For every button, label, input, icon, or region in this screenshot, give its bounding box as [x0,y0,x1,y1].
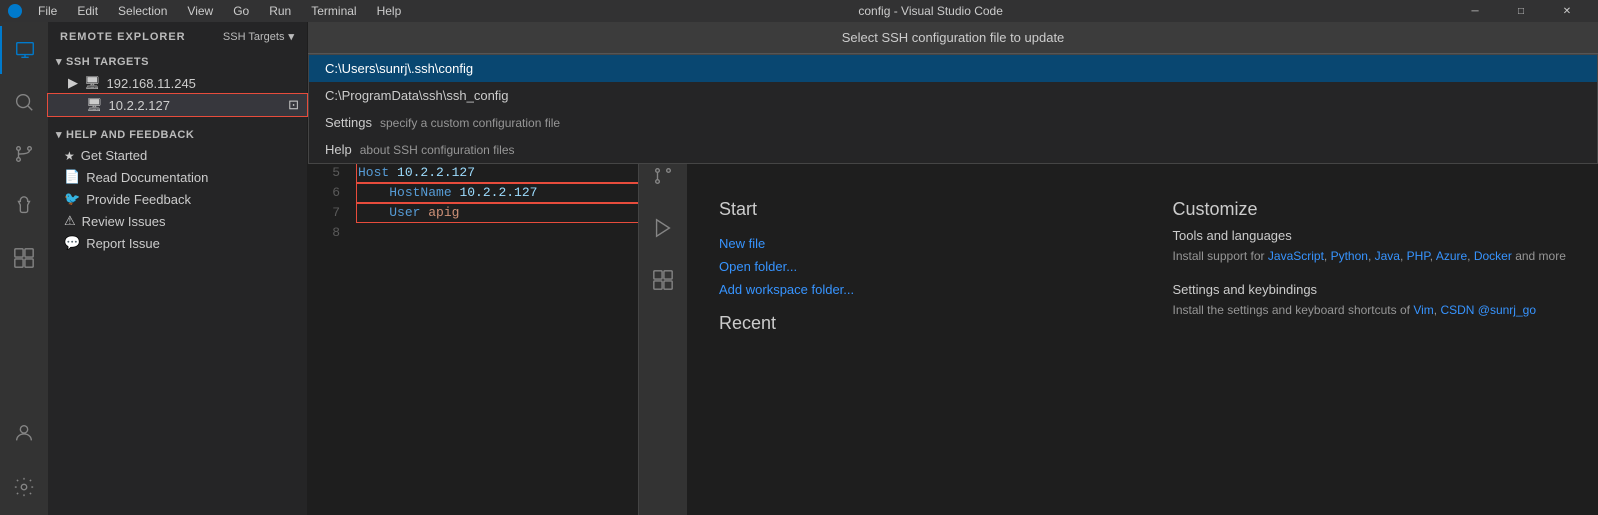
csdn-link[interactable]: CSDN @sunrj_go [1440,303,1536,317]
expand-icon: ▶ [68,75,78,91]
monitor-icon: 🖥 [84,75,101,91]
code-keyword: User [389,203,428,223]
sidebar-header: Remote Explorer SSH Targets ▾ [48,22,307,51]
settings-title: Settings and keybindings [1173,282,1567,297]
tools-title: Tools and languages [1173,228,1567,243]
js-link[interactable]: JavaScript [1268,249,1324,263]
code-keyword: HostName [389,183,459,203]
monitor-icon: 🖥 [86,97,103,113]
welcome-right: Customize Tools and languages Install su… [1173,199,1567,513]
target-name: 10.2.2.127 [109,98,170,113]
sidebar-dropdown[interactable]: SSH Targets ▾ [223,30,295,43]
window-title: config - Visual Studio Code [413,4,1448,18]
help-item-report-issue[interactable]: 💬 Report Issue [48,232,307,254]
minimize-button[interactable]: ─ [1452,0,1498,22]
connect-icon[interactable]: ⊡ [288,97,299,113]
menu-run[interactable]: Run [261,2,299,20]
dropdown-item-label: Help [325,142,352,157]
menu-view[interactable]: View [179,2,221,20]
dropdown-item-desc: about SSH configuration files [360,143,515,157]
star-icon: ★ [64,149,75,163]
dropdown-list: C:\Users\sunrj\.ssh\config C:\ProgramDat… [308,54,1598,164]
vim-link[interactable]: Vim [1413,303,1433,317]
tools-more: and more [1515,249,1566,263]
open-folder-link[interactable]: Open folder... [719,259,1113,274]
menu-help[interactable]: Help [369,2,410,20]
php-link[interactable]: PHP [1407,249,1430,263]
dropdown-item-2[interactable]: Settings specify a custom configuration … [309,109,1597,136]
code-user-value: apig [428,203,459,223]
activity-debug-icon[interactable] [0,182,48,230]
ssh-target-selected-item[interactable]: 🖥 10.2.2.127 ⊡ [48,94,307,116]
activity-search-icon[interactable] [0,78,48,126]
activity-remote-icon[interactable] [0,26,48,74]
sidebar: Remote Explorer SSH Targets ▾ ▾ SSH TARG… [48,22,308,515]
help-item-provide-feedback[interactable]: 🐦 Provide Feedback [48,188,307,210]
dropdown-title: Select SSH configuration file to update [308,22,1598,54]
start-title: Start [719,199,1113,220]
activity-extensions-icon[interactable] [0,234,48,282]
activity-bar [0,22,48,515]
dropdown-overlay: Select SSH configuration file to update … [308,22,1598,164]
dropdown-item-desc: specify a custom configuration file [380,116,560,130]
comment-icon: 💬 [64,235,80,251]
app-icon [8,4,22,18]
top-menu-bar: File Edit Selection View Go Run Terminal… [0,0,1598,22]
activity-accounts-icon[interactable] [0,409,48,457]
chevron-down-icon: ▾ [288,30,295,43]
close-button[interactable]: ✕ [1544,0,1590,22]
activity-settings-icon[interactable] [0,463,48,511]
help-item-read-documentation[interactable]: 📄 Read Documentation [48,166,307,188]
ssh-target-item[interactable]: ▶ 🖥 192.168.11.245 [48,72,307,94]
menu-edit[interactable]: Edit [69,2,106,20]
second-activity-debug[interactable] [639,204,687,252]
add-workspace-link[interactable]: Add workspace folder... [719,282,1113,297]
activity-source-control-icon[interactable] [0,130,48,178]
dropdown-item-label: Settings [325,115,372,130]
dropdown-item-0[interactable]: C:\Users\sunrj\.ssh\config [309,55,1597,82]
editor-area: Select SSH configuration file to update … [308,22,1598,515]
settings-desc: Install the settings and keyboard shortc… [1173,301,1567,320]
python-link[interactable]: Python [1331,249,1368,263]
new-file-link[interactable]: New file [719,236,1113,251]
menu-terminal[interactable]: Terminal [303,2,364,20]
menu-file[interactable]: File [30,2,65,20]
second-activity-extensions[interactable] [639,256,687,304]
recent-title: Recent [719,313,1113,334]
dropdown-item-1[interactable]: C:\ProgramData\ssh\ssh_config [309,82,1597,109]
window-controls: ─ □ ✕ [1452,0,1590,22]
code-host: Host [358,163,397,183]
dropdown-item-label: C:\Users\sunrj\.ssh\config [325,61,473,76]
customize-title: Customize [1173,199,1567,220]
main-layout: Remote Explorer SSH Targets ▾ ▾ SSH TARG… [0,22,1598,515]
help-section-title[interactable]: ▾ HELP AND FEEDBACK [48,124,307,145]
ssh-targets-section[interactable]: ▾ SSH TARGETS [48,51,307,72]
twitter-icon: 🐦 [64,191,80,207]
doc-icon: 📄 [64,169,80,185]
maximize-button[interactable]: □ [1498,0,1544,22]
target-name: 192.168.11.245 [107,76,196,91]
docker-link[interactable]: Docker [1474,249,1512,263]
menu-selection[interactable]: Selection [110,2,175,20]
azure-link[interactable]: Azure [1436,249,1467,263]
help-item-get-started[interactable]: ★ Get Started [48,145,307,166]
help-item-review-issues[interactable]: ⚠ Review Issues [48,210,307,232]
code-value: 10.2.2.127 [397,163,475,183]
help-feedback-section: ▾ HELP AND FEEDBACK ★ Get Started 📄 Read… [48,124,307,254]
warning-icon: ⚠ [64,213,76,229]
tools-desc: Install support for JavaScript, Python, … [1173,247,1567,266]
dropdown-item-3[interactable]: Help about SSH configuration files [309,136,1597,163]
chevron-down-icon: ▾ [56,55,62,68]
menu-go[interactable]: Go [225,2,257,20]
dropdown-item-label: C:\ProgramData\ssh\ssh_config [325,88,509,103]
settings-section: Settings and keybindings Install the set… [1173,282,1567,320]
welcome-left: Start New file Open folder... Add worksp… [719,199,1113,513]
recent-section: Recent [719,313,1113,334]
chevron-down-icon: ▾ [56,128,62,141]
code-value: 10.2.2.127 [459,183,537,203]
java-link[interactable]: Java [1375,249,1400,263]
